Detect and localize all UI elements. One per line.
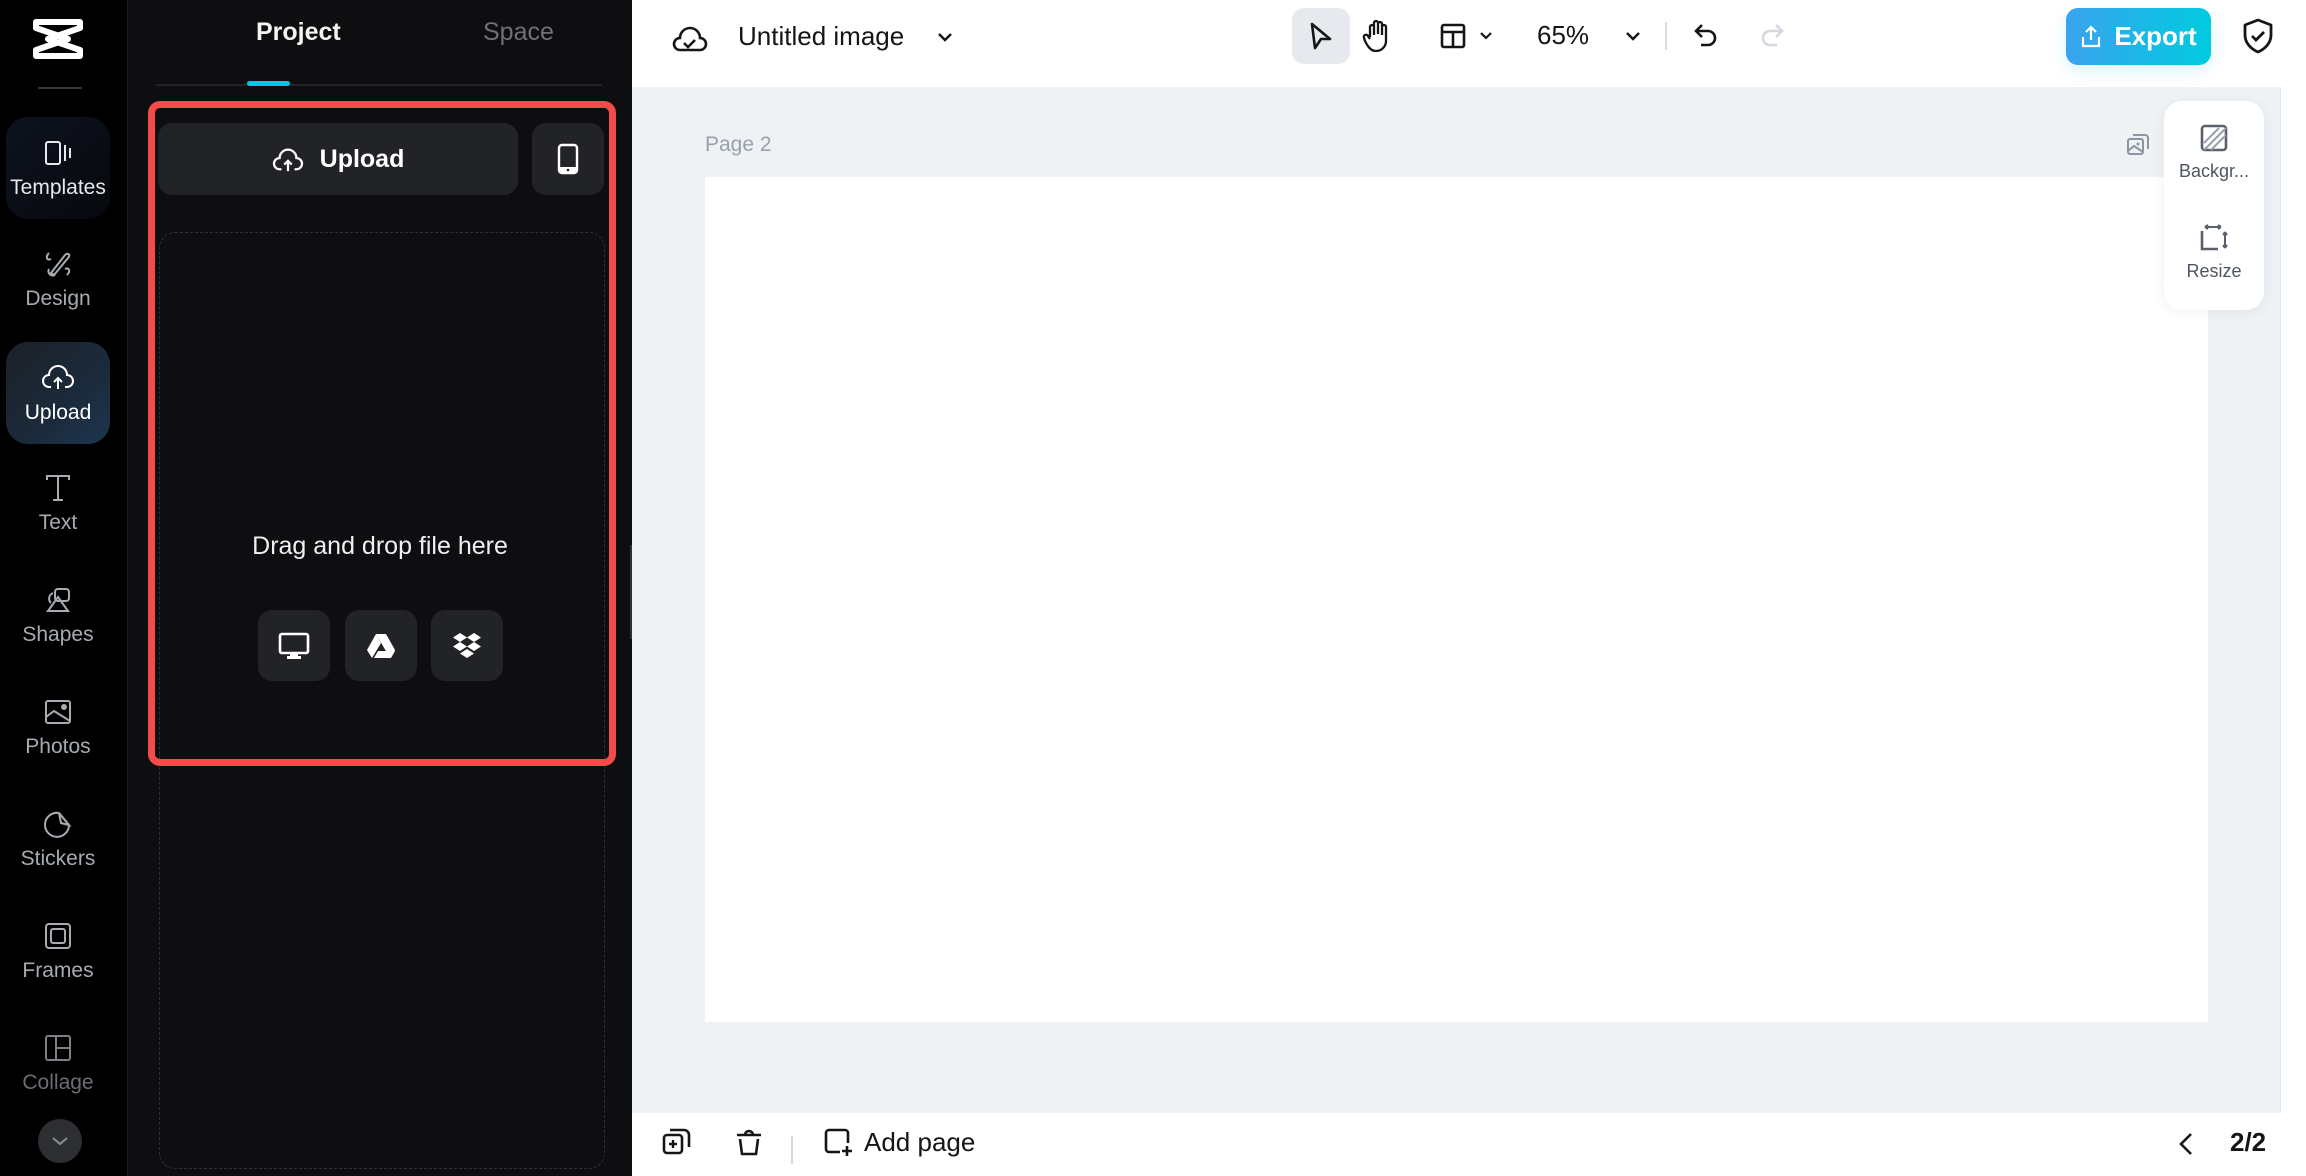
canvas-side-tools: Backgr... Resize [2164,101,2264,310]
export-button[interactable]: Export [2066,8,2211,65]
upload-cloud-icon [42,365,74,389]
background-tool-button[interactable]: Backgr... [2164,123,2264,182]
rail-item-upload[interactable]: Upload [6,342,110,444]
redo-button[interactable] [1752,8,1792,64]
shapes-icon [46,588,70,612]
top-toolbar: Untitled image 65% Export [632,0,2306,87]
delete-page-icon[interactable] [732,1125,766,1159]
active-tab-indicator [247,81,290,86]
add-page-label: Add page [864,1126,976,1157]
rail-item-photos[interactable]: Photos [6,676,110,778]
rail-divider [38,87,82,89]
previous-page-icon[interactable] [2172,1129,2202,1159]
canvas-page[interactable] [705,177,2208,1022]
bottom-divider [791,1136,793,1164]
rail-item-label: Collage [22,1071,94,1094]
collage-icon [45,1035,71,1061]
rail-item-stickers[interactable]: Stickers [6,788,110,890]
vertical-scrollbar[interactable] [2280,87,2306,1113]
layout-icon [1440,23,1466,49]
undo-button[interactable] [1686,8,1726,64]
undo-icon [1694,24,1717,47]
title-chevron-down-icon[interactable] [932,24,958,50]
rail-item-label: Templates [10,176,106,199]
duplicate-page-icon[interactable] [660,1125,694,1159]
rail-item-label: Text [38,511,78,534]
frames-icon [45,923,71,949]
add-page-button[interactable]: Add page [822,1122,975,1162]
zoom-level[interactable]: 65% [1537,20,1589,51]
photos-icon [45,700,71,724]
layout-tool-button[interactable] [1432,8,1502,64]
resize-icon [2200,224,2228,251]
hand-tool-button[interactable] [1354,8,1400,64]
rail-item-label: Design [25,287,91,310]
chevron-down-icon [1480,32,1492,40]
rail-item-label: Frames [22,959,94,982]
rail-item-label: Stickers [20,847,96,870]
capcut-logo-icon[interactable] [30,16,86,62]
panel-tabs: Project Space [156,0,602,86]
hand-icon [1362,19,1388,53]
app: Templates Design Upload Text Shapes Phot… [0,0,2306,1176]
upload-panel: Project Space Upload Drag and drop file … [128,0,632,1176]
select-tool-button[interactable] [1292,8,1350,64]
tab-space[interactable]: Space [483,18,554,47]
cloud-saved-icon[interactable] [672,20,708,56]
rail-item-collage[interactable]: Collage [6,1012,110,1114]
bottom-toolbar: Add page 2/2 [632,1113,2306,1176]
redo-icon [1761,24,1784,47]
editor-main: Untitled image 65% Export Page 2 Backgr.… [632,0,2306,1176]
templates-icon [45,141,71,165]
tab-project[interactable]: Project [256,18,341,47]
shield-check-icon[interactable] [2238,16,2278,56]
chevron-down-icon [52,1137,68,1146]
rail-item-shapes[interactable]: Shapes [6,564,110,666]
stickers-icon [44,811,72,838]
chevron-down-icon [1626,32,1640,41]
toolbar-divider [1665,22,1667,50]
background-icon [2200,124,2228,152]
rail-item-frames[interactable]: Frames [6,900,110,1002]
rail-item-label: Photos [25,735,91,758]
cursor-pointer-icon [1310,22,1332,50]
page-label: Page 2 [705,133,772,156]
resize-tool-label: Resize [2186,261,2242,281]
rail-item-templates[interactable]: Templates [6,117,110,219]
add-page-icon [824,1128,852,1156]
document-title[interactable]: Untitled image [738,21,904,52]
page-counter: 2/2 [2230,1127,2267,1157]
rail-item-text[interactable]: Text [6,452,110,554]
rail-item-label: Shapes [22,623,94,646]
left-rail: Templates Design Upload Text Shapes Phot… [0,0,128,1176]
zoom-dropdown-button[interactable] [1616,8,1650,64]
text-icon [46,475,70,501]
background-tool-label: Backgr... [2178,161,2250,181]
highlight-annotation [148,101,616,766]
page-image-icon[interactable] [2125,131,2151,157]
rail-more-button[interactable] [38,1119,82,1163]
export-icon [2082,24,2101,47]
export-label: Export [2114,21,2197,51]
rail-item-label: Upload [24,401,92,424]
resize-tool-button[interactable]: Resize [2164,223,2264,282]
rail-item-design[interactable]: Design [6,228,110,330]
design-icon [45,252,71,277]
